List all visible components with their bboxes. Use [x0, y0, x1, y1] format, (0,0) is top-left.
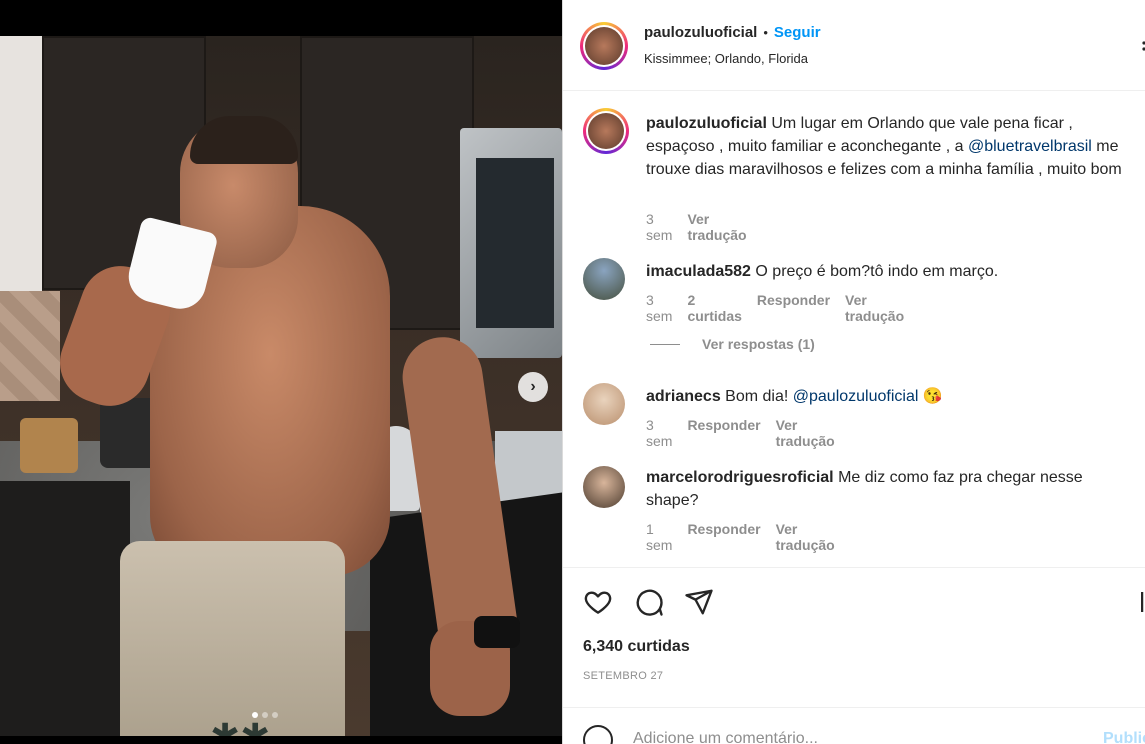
avatar[interactable] [583, 108, 629, 154]
avatar[interactable] [583, 383, 625, 425]
caption-text: paulozuluoficial Um lugar em Orlando que… [646, 112, 1136, 181]
carousel-dots [252, 712, 278, 718]
chevron-right-icon: › [530, 378, 536, 395]
wristwatch [474, 616, 520, 648]
microwave [460, 128, 562, 358]
comment-body: O preço é bom?tô indo em março. [750, 263, 999, 280]
avatar[interactable] [580, 22, 628, 70]
comment-time[interactable]: 3 sem [646, 417, 672, 449]
comment-likes[interactable]: 2 curtidas [687, 292, 741, 324]
post-date: SETEMBRO 27 [583, 670, 664, 682]
heart-icon[interactable] [583, 587, 613, 617]
comment-input[interactable]: Adicione um comentário... [633, 730, 818, 744]
carousel-dot [272, 712, 278, 718]
person-shorts [120, 541, 345, 736]
palm-print: ✱✱ [210, 716, 320, 736]
kitchen-tile [0, 291, 60, 401]
caption-username[interactable]: paulozuluoficial [646, 115, 767, 132]
caption-meta: 3 sem Ver tradução [646, 211, 747, 243]
post-location[interactable]: Kissimmee; Orlando, Florida [644, 51, 808, 66]
caption-time[interactable]: 3 sem [646, 211, 672, 243]
comment-text: marcelorodriguesroficial Me diz como faz… [646, 466, 1136, 512]
comment-mention[interactable]: @paulozuluoficial [793, 388, 919, 405]
person-hair [190, 116, 298, 164]
kiss-emoji-icon: 😘 [922, 388, 943, 405]
reply-button[interactable]: Responder [687, 417, 760, 449]
comment-text: imaculada582 O preço é bom?tô indo em ma… [646, 260, 1136, 283]
likes-count[interactable]: 6,340 curtidas [583, 638, 690, 656]
carousel-dot [262, 712, 268, 718]
follow-button[interactable]: Seguir [774, 24, 821, 41]
comment-meta: 1 sem Responder Ver tradução [646, 521, 835, 553]
post-header: paulozuluoficial • Seguir Kissimmee; Orl… [563, 0, 1145, 91]
post-photo: ✱✱ [0, 36, 562, 736]
view-replies-label: Ver respostas (1) [702, 336, 815, 352]
view-replies-button[interactable]: Ver respostas (1) [650, 336, 815, 352]
add-comment-bar: Adicione um comentário... Publicar [563, 707, 1145, 744]
translate-link[interactable]: Ver tradução [776, 521, 835, 553]
reply-button[interactable]: Responder [687, 521, 760, 553]
comment-username[interactable]: imaculada582 [646, 263, 751, 280]
lower-cabinet [0, 481, 130, 736]
post-photo-pane: ✱✱ › [0, 0, 562, 744]
comment-text: adrianecs Bom dia! @paulozuluoficial 😘 [646, 385, 1136, 408]
avatar[interactable] [583, 258, 625, 300]
comment-meta: 3 sem 2 curtidas Responder Ver tradução [646, 292, 904, 324]
post-username[interactable]: paulozuluoficial [644, 24, 757, 41]
reply-button[interactable]: Responder [757, 292, 830, 324]
comments-list: paulozuluoficial Um lugar em Orlando que… [563, 91, 1145, 567]
bookmark-icon[interactable] [1141, 38, 1145, 59]
caption-mention[interactable]: @bluetravelbrasil [968, 138, 1092, 155]
comment-meta: 3 sem Responder Ver tradução [646, 417, 835, 449]
translate-link[interactable]: Ver tradução [687, 211, 746, 243]
kitchen-wall [0, 36, 42, 296]
avatar[interactable] [583, 466, 625, 508]
bookmark-icon[interactable] [1140, 587, 1145, 617]
comment-username[interactable]: marcelorodriguesroficial [646, 469, 834, 486]
separator-dot: • [763, 25, 768, 40]
carousel-dot [252, 712, 258, 718]
post-header-title: paulozuluoficial • Seguir [644, 24, 821, 41]
post-actions: 6,340 curtidas SETEMBRO 27 [563, 567, 1145, 708]
comment-icon[interactable] [634, 587, 664, 617]
replies-divider [650, 343, 680, 345]
post-side-panel: paulozuluoficial • Seguir Kissimmee; Orl… [562, 0, 1145, 744]
comment-username[interactable]: adrianecs [646, 388, 721, 405]
carousel-next-button[interactable]: › [518, 372, 548, 402]
comment-time[interactable]: 3 sem [646, 292, 672, 324]
translate-link[interactable]: Ver tradução [845, 292, 904, 324]
publish-button[interactable]: Publicar [1103, 730, 1145, 744]
comment-time[interactable]: 1 sem [646, 521, 672, 553]
share-icon[interactable] [684, 587, 714, 617]
translate-link[interactable]: Ver tradução [776, 417, 835, 449]
emoji-icon[interactable] [583, 725, 613, 744]
comment-body: Bom dia! [720, 388, 793, 405]
bread [20, 418, 78, 473]
